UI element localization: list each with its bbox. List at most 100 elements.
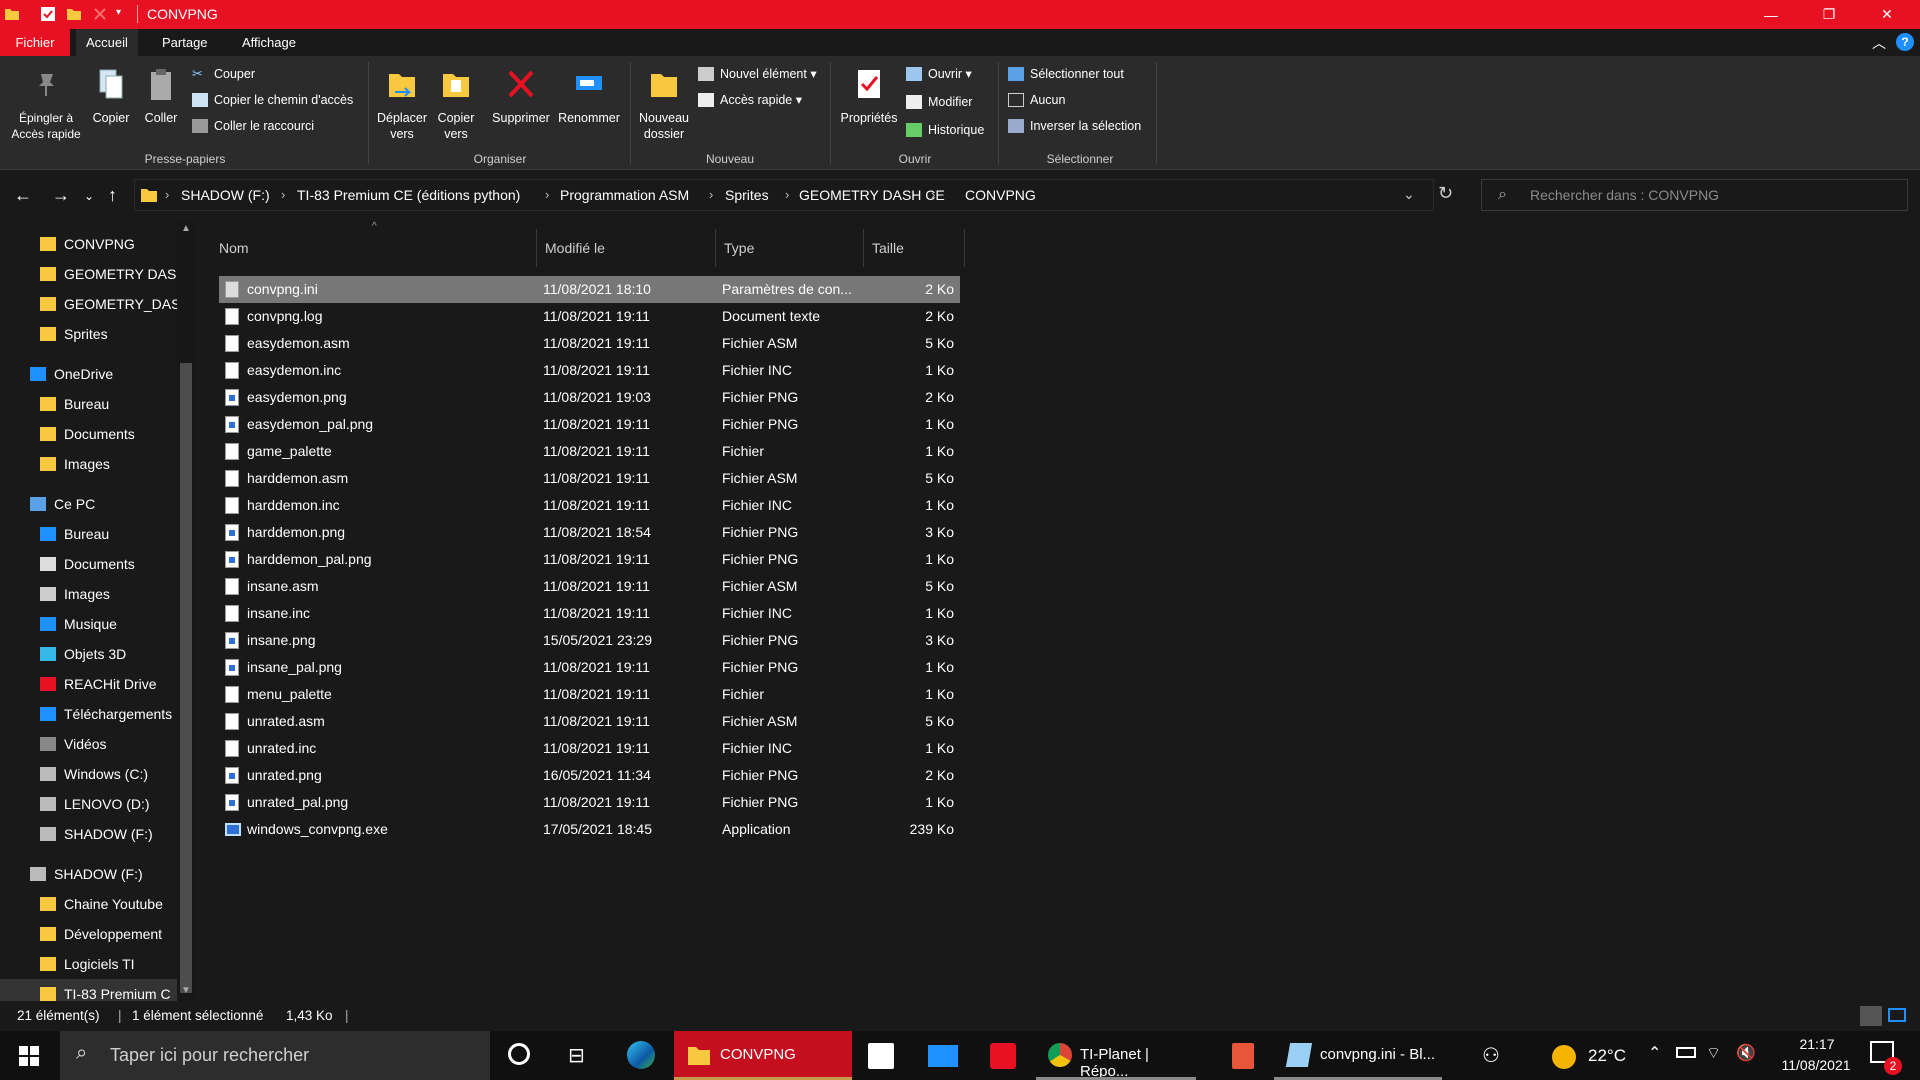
nav-item[interactable]: LENOVO (D:) (0, 789, 177, 819)
taskbar-search[interactable]: ⌕ Taper ici pour rechercher (60, 1031, 490, 1080)
people-icon[interactable]: ⚇ (1482, 1043, 1500, 1068)
nav-item[interactable]: GEOMETRY_DAS (0, 289, 177, 319)
nav-item[interactable]: CONVPNG (0, 229, 177, 259)
file-row[interactable]: unrated_pal.png 11/08/2021 19:11 Fichier P… (219, 789, 960, 816)
file-row[interactable]: easydemon_pal.png 11/08/2021 19:11 Fichier… (219, 411, 960, 438)
windows-start-icon[interactable] (19, 1046, 39, 1066)
cut-button[interactable]: ✂ Couper (192, 64, 255, 84)
file-row[interactable]: game_palette 11/08/2021 19:11 Fichier 1 Ko (219, 438, 960, 465)
file-row[interactable]: insane_pal.png 11/08/2021 19:11 Fichier PN… (219, 654, 960, 681)
nav-scrollbar-thumb[interactable] (180, 363, 192, 993)
volume-muted-icon[interactable]: 🔇 (1736, 1043, 1756, 1063)
refresh-icon[interactable]: ↻ (1438, 183, 1453, 204)
breadcrumb-item[interactable]: SHADOW (F:) (181, 187, 270, 203)
large-icons-view-icon[interactable] (1888, 1008, 1906, 1022)
scroll-down-icon[interactable]: ▼ (181, 985, 191, 996)
task-view-icon[interactable]: ⊟ (568, 1043, 585, 1068)
taskbar-app-notepad[interactable]: convpng.ini - Bl... (1274, 1031, 1442, 1080)
new-item-button[interactable]: Nouvel élément ▾ (698, 64, 817, 84)
new-folder-quick-icon[interactable] (66, 6, 82, 22)
wifi-icon[interactable]: ⌔ (1706, 1043, 1721, 1063)
taskbar-app-explorer[interactable]: CONVPNG (674, 1031, 852, 1080)
chevron-up-icon[interactable]: ⌃ (1648, 1043, 1661, 1063)
file-row[interactable]: insane.asm 11/08/2021 19:11 Fichier ASM 5 K… (219, 573, 960, 600)
file-row[interactable]: harddemon.png 11/08/2021 18:54 Fichier PNG… (219, 519, 960, 546)
column-header-type[interactable]: Type (716, 229, 864, 267)
history-button[interactable]: Historique (906, 120, 984, 140)
nav-scrollbar[interactable]: ▲ ▼ (177, 221, 195, 1001)
weather-temperature[interactable]: 22°C (1588, 1046, 1626, 1066)
forward-arrow-icon[interactable]: → (52, 185, 70, 206)
delete-quick-icon[interactable] (92, 6, 108, 22)
tab-file[interactable]: Fichier (0, 29, 70, 56)
open-button[interactable]: Ouvrir ▾ (906, 64, 972, 84)
nav-item[interactable]: Téléchargements (0, 699, 177, 729)
cortana-icon[interactable] (508, 1043, 530, 1065)
paste-button[interactable]: Coller (140, 66, 182, 126)
weather-sun-icon[interactable] (1552, 1045, 1576, 1069)
nav-item[interactable]: Chaine Youtube (0, 889, 177, 919)
copy-button[interactable]: Copier (90, 66, 132, 126)
nav-item[interactable]: REACHit Drive (0, 669, 177, 699)
file-row[interactable]: easydemon.inc 11/08/2021 19:11 Fichier INC… (219, 357, 960, 384)
file-row[interactable]: unrated.png 16/05/2021 11:34 Fichier PNG 2 … (219, 762, 960, 789)
tab-share[interactable]: Partage (152, 29, 218, 56)
edge-icon[interactable] (627, 1041, 655, 1069)
reader-icon[interactable] (990, 1043, 1016, 1069)
select-none-button[interactable]: Aucun (1008, 90, 1065, 110)
copy-to-button[interactable]: Copier vers (432, 66, 480, 142)
file-row[interactable]: harddemon_pal.png 11/08/2021 19:11 Fichier… (219, 546, 960, 573)
breadcrumb-item[interactable]: Programmation ASM (560, 187, 689, 203)
address-path[interactable]: › SHADOW (F:) › TI-83 Premium CE (éditio… (134, 179, 1434, 211)
clock-date[interactable]: 11/08/2021 (1766, 1057, 1866, 1073)
nav-item[interactable]: SHADOW (F:) (0, 859, 177, 889)
move-to-button[interactable]: Déplacer vers (374, 66, 430, 142)
new-folder-button[interactable]: Nouveau dossier (636, 66, 692, 142)
file-row[interactable]: windows_convpng.exe 17/05/2021 18:45 Appli… (219, 816, 960, 843)
column-header-size[interactable]: Taille (864, 229, 965, 267)
invert-selection-button[interactable]: Inverser la sélection (1008, 116, 1141, 136)
nav-item[interactable]: SHADOW (F:) (0, 819, 177, 849)
breadcrumb-item[interactable]: CONVPNG (965, 187, 1036, 203)
nav-item[interactable]: Objets 3D (0, 639, 177, 669)
nav-item[interactable]: Documents (0, 549, 177, 579)
file-row[interactable]: convpng.ini 11/08/2021 18:10 Paramètres de… (219, 276, 960, 303)
nav-item[interactable]: Sprites (0, 319, 177, 349)
pin-quick-access-button[interactable]: Épingler à Accès rapide (6, 66, 86, 142)
file-row[interactable]: convpng.log 11/08/2021 19:11 Document text… (219, 303, 960, 330)
app-icon[interactable] (1232, 1043, 1254, 1069)
details-view-icon[interactable] (1860, 1006, 1882, 1026)
copy-path-button[interactable]: Copier le chemin d'accès (192, 90, 353, 110)
file-row[interactable]: harddemon.asm 11/08/2021 19:11 Fichier ASM… (219, 465, 960, 492)
clock-time[interactable]: 21:17 (1788, 1036, 1846, 1052)
nav-item[interactable]: Vidéos (0, 729, 177, 759)
close-button[interactable]: ✕ (1864, 0, 1910, 29)
file-row[interactable]: insane.png 15/05/2021 23:29 Fichier PNG 3 K… (219, 627, 960, 654)
breadcrumb-item[interactable]: Sprites (725, 187, 769, 203)
nav-item[interactable]: Ce PC (0, 489, 177, 519)
quick-access-dropdown-icon[interactable]: ▾ (116, 7, 121, 18)
properties-quick-icon[interactable] (40, 6, 56, 22)
file-row[interactable]: menu_palette 11/08/2021 19:11 Fichier 1 Ko (219, 681, 960, 708)
file-row[interactable]: easydemon.png 11/08/2021 19:03 Fichier PNG… (219, 384, 960, 411)
nav-item[interactable]: Logiciels TI (0, 949, 177, 979)
file-row[interactable]: insane.inc 11/08/2021 19:11 Fichier INC 1 K… (219, 600, 960, 627)
help-icon[interactable]: ? (1896, 33, 1914, 51)
nav-item[interactable]: Musique (0, 609, 177, 639)
file-row[interactable]: harddemon.inc 11/08/2021 19:11 Fichier INC… (219, 492, 960, 519)
nav-item[interactable]: Bureau (0, 519, 177, 549)
nav-item[interactable]: GEOMETRY DAS (0, 259, 177, 289)
file-row[interactable]: unrated.asm 11/08/2021 19:11 Fichier ASM 5 … (219, 708, 960, 735)
tab-home[interactable]: Accueil (76, 29, 138, 56)
easy-access-button[interactable]: Accès rapide ▾ (698, 90, 802, 110)
rename-button[interactable]: Renommer (554, 66, 624, 126)
scroll-up-icon[interactable]: ▲ (181, 223, 191, 234)
breadcrumb-item[interactable]: GEOMETRY DASH CE (799, 187, 945, 203)
nav-item[interactable]: Images (0, 579, 177, 609)
minimize-button[interactable]: — (1748, 0, 1794, 29)
up-arrow-icon[interactable]: ↑ (108, 185, 117, 206)
search-box[interactable]: ⌕ Rechercher dans : CONVPNG (1481, 179, 1908, 211)
nav-item[interactable]: Windows (C:) (0, 759, 177, 789)
nav-item[interactable]: Images (0, 449, 177, 479)
taskbar-app-chrome[interactable]: TI-Planet | Répo... (1036, 1031, 1196, 1080)
